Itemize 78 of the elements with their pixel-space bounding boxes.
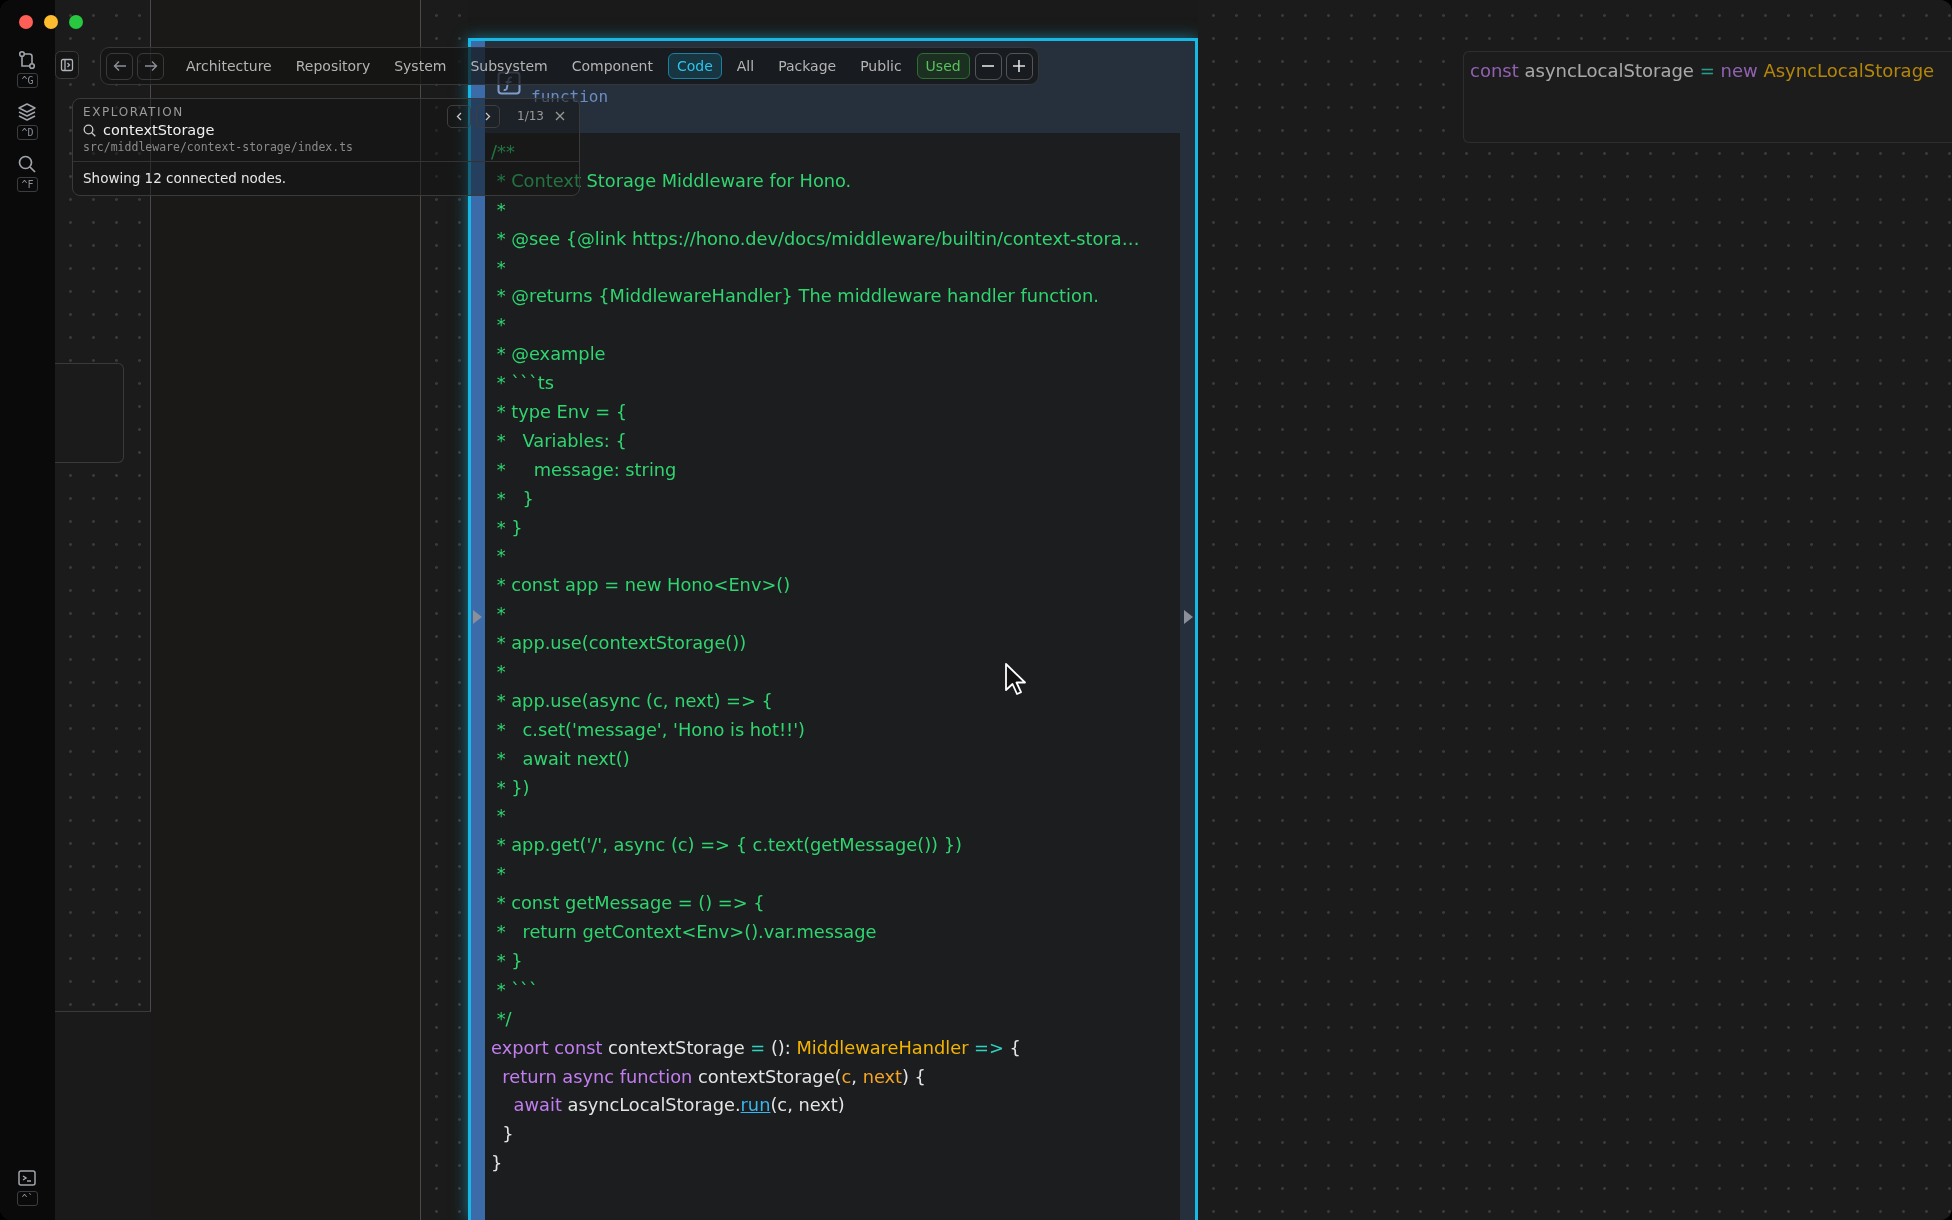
filter-tab[interactable]: Package [769, 53, 846, 79]
code-line: * @see {@link https://hono.dev/docs/middleware/builtin/context-stora… [495, 226, 1140, 251]
filter-tab[interactable]: Public [851, 53, 911, 79]
chevron-right-icon [485, 112, 492, 121]
code-line: * } [495, 515, 523, 540]
level-tab[interactable]: Subsystem [461, 53, 557, 79]
code-line: await asyncLocalStorage.run(c, next) [512, 1093, 845, 1118]
code-line: * ```ts [495, 371, 555, 396]
close-icon[interactable] [555, 111, 565, 121]
sidebar-toggle-button[interactable] [55, 51, 79, 79]
back-button[interactable] [106, 52, 133, 80]
search-icon [83, 123, 96, 137]
cursor-icon [1004, 662, 1028, 696]
code-line: * [495, 313, 506, 338]
code-line: */ [495, 1006, 512, 1031]
code-line: * @returns {MiddlewareHandler} The middleware handler function. [495, 284, 1099, 309]
code-line: /** [491, 140, 515, 164]
file-path: src/middleware/context-storage/index.ts [83, 140, 354, 155]
code-line: * [495, 255, 506, 280]
code-line: * @example [495, 342, 606, 367]
code-line: const asyncLocalStorage = new AsyncLocalStorage [1470, 60, 1936, 81]
code-line: * app.use(contextStorage()) [495, 631, 747, 656]
status-text: Showing 12 connected nodes. [83, 170, 287, 186]
previous-button[interactable] [447, 105, 472, 128]
chevron-left-icon [456, 112, 463, 121]
shortcut-key: ^` [17, 1191, 38, 1206]
shortcut-key: ^F [17, 177, 38, 192]
code-line: * }) [495, 775, 530, 800]
level-tab[interactable]: System [385, 53, 456, 79]
code-line: * Variables: { [495, 428, 627, 453]
panel-heading: EXPLORATION [83, 105, 185, 120]
expand-handle-icon[interactable] [473, 609, 482, 624]
code-line: export const contextStorage = (): MiddlewareHandler => { [491, 1035, 1021, 1060]
search-query: contextStorage [103, 121, 215, 140]
match-counter: 1/13 [517, 108, 544, 125]
code-line: * } [495, 486, 534, 511]
code-line: * [495, 197, 506, 222]
zoom-in-button[interactable] [1005, 52, 1033, 80]
terminal-icon[interactable] [17, 1168, 38, 1188]
layers-icon[interactable] [17, 102, 38, 122]
code-line: * [495, 544, 506, 569]
level-tab[interactable]: Component [562, 53, 662, 79]
code-line: * return getContext<Env>().var.message [495, 920, 877, 945]
code-line: * [495, 804, 506, 829]
branch-icon[interactable] [17, 50, 38, 70]
filter-tab[interactable]: All [727, 53, 764, 79]
level-tab[interactable]: Repository [286, 53, 380, 79]
kind-label: function [531, 87, 609, 107]
expand-handle-icon[interactable] [1184, 609, 1193, 624]
code-line: } [491, 1151, 503, 1176]
code-line: * Context Storage Middleware for Hono. [495, 168, 852, 193]
code-line: * await next() [495, 746, 630, 771]
arrow-right-icon [143, 60, 158, 72]
code-line: * [495, 602, 506, 627]
shortcut-key: ^D [17, 125, 38, 140]
code-line: * app.use(async (c, next) => { [495, 688, 773, 713]
search-icon[interactable] [17, 154, 38, 174]
code-line: * } [495, 948, 523, 973]
code-line: * const app = new Hono<Env>() [495, 573, 791, 598]
zoom-out-button[interactable] [974, 52, 1002, 80]
code-line: * ``` [495, 977, 538, 1002]
code-line: } [501, 1122, 514, 1147]
plus-icon [1012, 59, 1027, 73]
code-line: * app.get('/', async (c) => { c.text(getMessage()) }) [495, 833, 962, 858]
level-tab[interactable]: Architecture [177, 53, 281, 79]
code-line: * message: string [495, 457, 677, 482]
next-button[interactable] [476, 105, 501, 128]
code-line: * const getMessage = () => { [495, 891, 765, 916]
arrow-left-icon [112, 60, 127, 72]
forward-button[interactable] [137, 52, 164, 80]
shortcut-key: ^G [17, 73, 38, 88]
code-line: return async function contextStorage(c, next) { [501, 1064, 926, 1089]
code-line: * [495, 660, 506, 685]
level-tab[interactable]: Code [667, 53, 722, 79]
code-line: * type Env = { [495, 400, 628, 424]
filter-tab[interactable]: Used [916, 53, 970, 79]
code-line: * [495, 862, 506, 887]
code-line: * c.set('message', 'Hono is hot!!') [495, 717, 806, 742]
